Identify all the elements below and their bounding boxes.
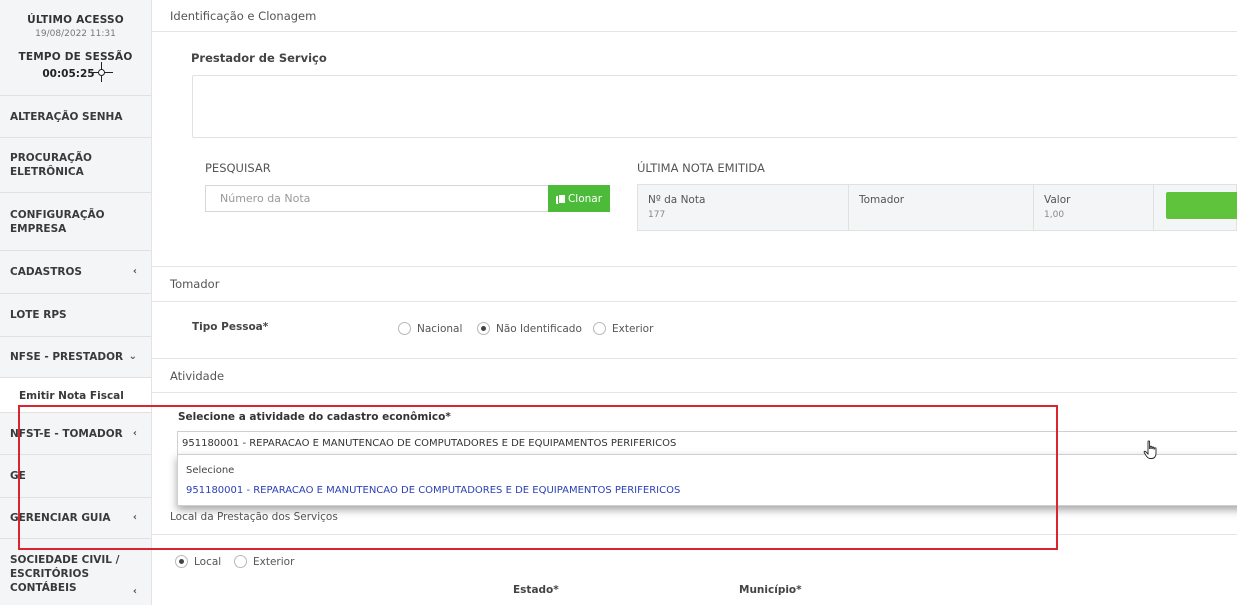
session-time-row: 00:05:25 xyxy=(0,62,151,82)
tipo-pessoa-label: Tipo Pessoa* xyxy=(192,321,269,333)
prestador-box xyxy=(192,75,1237,138)
clone-button[interactable]: Clonar xyxy=(548,185,610,212)
last-access-value: 19/08/2022 11:31 xyxy=(35,29,116,39)
sidebar-item-label: Emitir Nota Fiscal xyxy=(19,390,124,402)
municipio-label: Município* xyxy=(739,584,802,596)
chevron-left-icon: ‹ xyxy=(132,586,137,597)
radio-nacional[interactable]: Nacional xyxy=(398,322,462,335)
clone-button-label: Clonar xyxy=(567,192,603,205)
sidebar-item-label: GERENCIAR GUIA xyxy=(10,512,111,524)
radio-exterior[interactable]: Exterior xyxy=(593,322,653,335)
sidebar-item-nfst-tomador[interactable]: NFST-E - TOMADOR ‹ xyxy=(0,413,151,455)
radio-nao-identificado[interactable]: Não Identificado xyxy=(477,322,582,335)
sidebar-item-label: LOTE RPS xyxy=(10,309,67,321)
tomador-cell: Tomador xyxy=(849,185,1034,230)
nota-number-header: Nº da Nota xyxy=(648,194,706,206)
radio-label: Exterior xyxy=(253,555,295,568)
sidebar-item-gerenciar-guia[interactable]: GERENCIAR GUIA ‹ xyxy=(0,498,151,539)
atividade-label: Selecione a atividade do cadastro econôm… xyxy=(178,411,451,423)
chevron-left-icon: ‹ xyxy=(132,266,137,277)
last-access-label: ÚLTIMO ACESSO xyxy=(27,14,124,26)
pesquisar-label: PESQUISAR xyxy=(205,161,271,175)
sidebar-item-label: GE xyxy=(10,470,26,482)
atividade-dropdown: Selecione 951180001 - REPARACAO E MANUTE… xyxy=(177,454,1237,506)
chevron-left-icon: ‹ xyxy=(132,427,137,439)
session-info: ÚLTIMO ACESSO 19/08/2022 11:31 TEMPO DE … xyxy=(0,0,151,96)
radio-local-exterior[interactable]: Exterior xyxy=(234,555,294,568)
radio-label: Exterior xyxy=(612,322,654,335)
chevron-left-icon: ‹ xyxy=(132,512,137,523)
dropdown-option-atividade[interactable]: 951180001 - REPARACAO E MANUTENCAO DE CO… xyxy=(186,485,680,496)
main-content: Identificação e Clonagem Prestador de Se… xyxy=(152,0,1237,605)
sidebar-item-label: ALTERAÇÃO SENHA xyxy=(10,111,123,123)
radio-circle-icon xyxy=(234,555,247,568)
atividade-select[interactable]: 951180001 - REPARACAO E MANUTENCAO DE CO… xyxy=(177,431,1237,455)
radio-local[interactable]: Local xyxy=(175,555,221,568)
radio-selected-icon xyxy=(477,322,490,335)
sidebar-item-cadastros[interactable]: CADASTROS ‹ xyxy=(0,251,151,294)
section-identificacao-title: Identificação e Clonagem xyxy=(152,0,1237,32)
session-time-value: 00:05:25 xyxy=(42,68,95,80)
valor-header: Valor xyxy=(1044,194,1071,206)
ultima-nota-label: ÚLTIMA NOTA EMITIDA xyxy=(637,161,765,175)
sidebar-subitem-emitir-nota[interactable]: Emitir Nota Fiscal xyxy=(0,378,151,413)
note-number-input[interactable] xyxy=(205,185,548,212)
sidebar-item-label: SOCIEDADE CIVIL / ESCRITÓRIOS CONTÁBEIS xyxy=(10,554,120,594)
sidebar-item-nfse-prestador[interactable]: NFSE - PRESTADOR ⌄ xyxy=(0,337,151,378)
local-prestacao-title: Local da Prestação dos Serviços xyxy=(170,511,338,523)
radio-label: Local xyxy=(194,555,222,568)
action-button[interactable] xyxy=(1166,192,1237,219)
session-time-label: TEMPO DE SESSÃO xyxy=(18,51,133,63)
last-note-table: Nº da Nota 177 Tomador Valor 1,00 xyxy=(637,184,1237,231)
nota-number-value: 177 xyxy=(648,210,666,220)
sidebar-item-label: CONFIGURAÇÃO EMPRESA xyxy=(10,208,105,235)
sidebar-item-label: CADASTROS xyxy=(10,266,82,278)
sidebar-item-label: PROCURAÇÃO ELETRÔNICA xyxy=(10,152,92,178)
radio-label: Não Identificado xyxy=(496,322,582,335)
sidebar: ÚLTIMO ACESSO 19/08/2022 11:31 TEMPO DE … xyxy=(0,0,152,605)
valor-cell: Valor 1,00 xyxy=(1034,185,1154,230)
dropdown-option-selecione[interactable]: Selecione xyxy=(186,465,234,476)
sidebar-item-label: NFST-E - TOMADOR xyxy=(10,427,123,440)
sidebar-item-procuracao[interactable]: PROCURAÇÃO ELETRÔNICA xyxy=(0,138,151,193)
crosshair-cursor-icon xyxy=(92,62,113,82)
sidebar-item-alteracao-senha[interactable]: ALTERAÇÃO SENHA xyxy=(0,97,151,138)
search-group: Clonar xyxy=(205,185,610,212)
sidebar-item-ge[interactable]: GE xyxy=(0,455,151,498)
estado-label: Estado* xyxy=(513,584,559,596)
section-atividade-title: Atividade xyxy=(152,359,1237,393)
radio-circle-icon xyxy=(398,322,411,335)
sidebar-item-lote-rps[interactable]: LOTE RPS xyxy=(0,294,151,337)
sidebar-item-sociedade-civil[interactable]: SOCIEDADE CIVIL / ESCRITÓRIOS CONTÁBEIS … xyxy=(0,539,151,605)
hand-pointer-icon xyxy=(1143,440,1157,459)
radio-circle-icon xyxy=(593,322,606,335)
tomador-header: Tomador xyxy=(859,194,905,206)
prestador-title: Prestador de Serviço xyxy=(191,51,327,65)
copy-icon xyxy=(555,193,566,204)
nota-number-cell: Nº da Nota 177 xyxy=(638,185,849,230)
sidebar-item-configuracao-empresa[interactable]: CONFIGURAÇÃO EMPRESA xyxy=(0,193,151,251)
radio-selected-icon xyxy=(175,555,188,568)
section-tomador-title: Tomador xyxy=(152,267,1237,302)
radio-label: Nacional xyxy=(417,322,463,335)
sidebar-item-label: NFSE - PRESTADOR xyxy=(10,351,124,363)
chevron-down-icon: ⌄ xyxy=(128,351,137,362)
divider xyxy=(152,534,1237,535)
valor-value: 1,00 xyxy=(1044,210,1065,220)
